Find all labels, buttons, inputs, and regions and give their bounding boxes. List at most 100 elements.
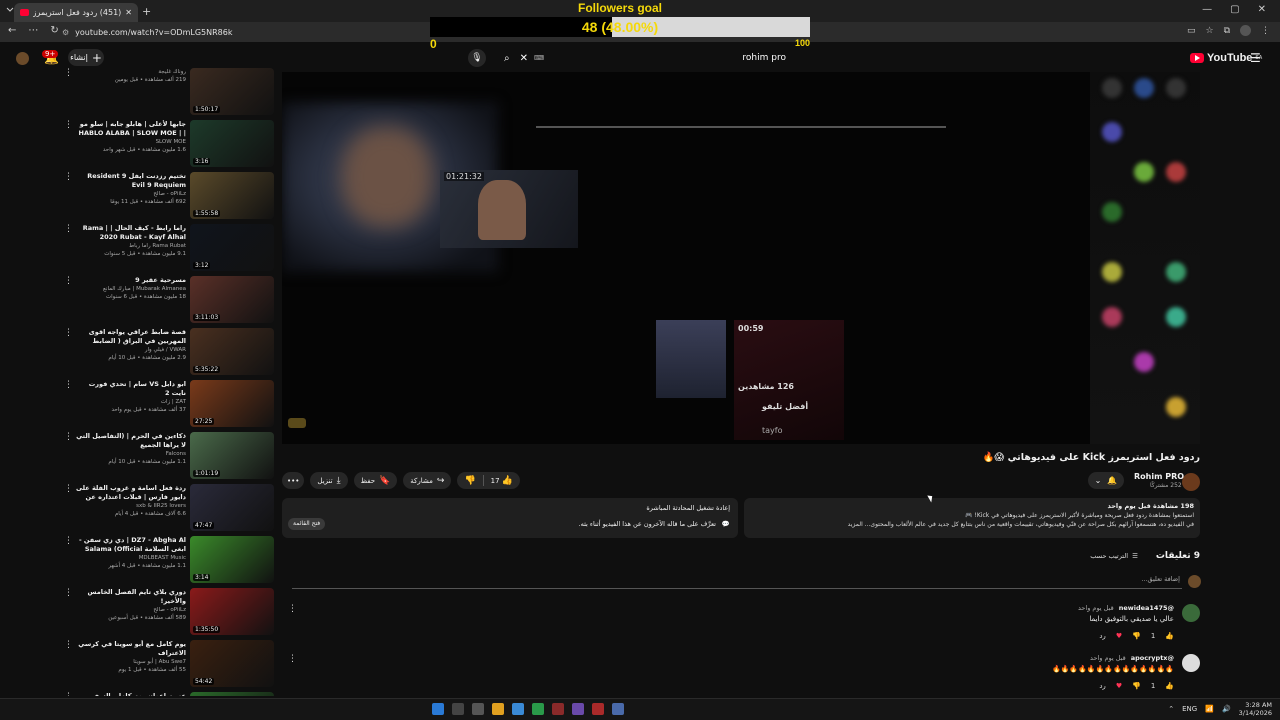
- edge-icon[interactable]: [512, 703, 524, 715]
- save-button[interactable]: حفظ 🔖: [353, 472, 398, 489]
- site-info-icon[interactable]: ⚙: [62, 28, 69, 37]
- more-options-icon[interactable]: ⋮: [64, 692, 73, 696]
- channel-avatar[interactable]: [1182, 473, 1200, 491]
- more-options-icon[interactable]: ⋮: [64, 536, 73, 546]
- add-comment-input[interactable]: إضافة تعليق...: [292, 575, 1182, 589]
- network-icon[interactable]: 📶: [1205, 705, 1214, 713]
- tab-search-icon[interactable]: [6, 5, 14, 15]
- comment-more-icon[interactable]: ⋮: [288, 654, 297, 664]
- maximize-button[interactable]: ▢: [1230, 4, 1239, 15]
- related-video-item[interactable]: ⋮ ردة فعل اسامة و غروب الفلة على دايور فا…: [64, 484, 274, 534]
- video-player[interactable]: 01:21:32 00:59 126 مشاهدين أفضل تليفو ta…: [282, 72, 1200, 444]
- address-bar[interactable]: ⚙ youtube.com/watch?v=ODmLG5NR86k: [62, 25, 430, 40]
- related-video-item[interactable]: ⋮ ابو دابل VS سام | تحدي فورت نايت 2 ZAT |…: [64, 380, 274, 430]
- back-arrow-icon[interactable]: ←: [8, 25, 16, 36]
- comment-author[interactable]: @apocryptx: [1131, 654, 1174, 662]
- create-button[interactable]: إنشاء +: [68, 49, 104, 66]
- comment-reply-button[interactable]: رد: [1099, 632, 1106, 640]
- more-options-icon[interactable]: ⋮: [64, 484, 73, 494]
- more-options-icon[interactable]: ⋮: [64, 328, 73, 338]
- related-video-thumbnail[interactable]: 3:14: [190, 536, 274, 583]
- related-video-item[interactable]: ⋮ مسرحية عقير 9 Mubarak Almanea | مبارك ال…: [64, 276, 274, 326]
- account-avatar[interactable]: [16, 52, 29, 65]
- related-video-item[interactable]: ⋮ جابها لأعلى | هابلو جابه | سلو مو | HAB…: [64, 120, 274, 170]
- file-explorer-icon[interactable]: [492, 703, 504, 715]
- chrome-icon[interactable]: [532, 703, 544, 715]
- related-video-thumbnail[interactable]: 1:35:50: [190, 588, 274, 635]
- more-options-icon[interactable]: ⋮: [64, 172, 73, 182]
- close-tab-icon[interactable]: ✕: [125, 8, 132, 17]
- related-video-item[interactable]: ⋮ تختيم رزدنت ايفل 9 Resident Evil 9 Requ…: [64, 172, 274, 222]
- comment-like-icon[interactable]: 👍: [1165, 632, 1174, 640]
- keyboard-icon[interactable]: ⌨: [534, 54, 544, 62]
- language-indicator[interactable]: ENG: [1182, 705, 1197, 713]
- sort-comments-button[interactable]: ☰ الترتيب حسب: [1090, 552, 1138, 560]
- related-video-item[interactable]: ⋮ راما رابط - كيف الحال | Rama | 2020 Rub…: [64, 224, 274, 274]
- like-button[interactable]: 17 👍: [484, 476, 520, 486]
- more-options-icon[interactable]: ⋮: [64, 68, 73, 78]
- subscribed-button[interactable]: ⌄ 🔔: [1088, 472, 1124, 489]
- related-video-thumbnail[interactable]: 54:42: [190, 640, 274, 687]
- more-options-icon[interactable]: ⋮: [64, 120, 73, 130]
- task-view-icon[interactable]: [472, 703, 484, 715]
- more-options-icon[interactable]: ⋮: [64, 276, 73, 286]
- related-video-thumbnail[interactable]: 5:35:22: [190, 328, 274, 375]
- related-video-item[interactable]: ⋮ عزبت اعوان يوم كامل بالسفر الانتهاء !: [64, 692, 274, 696]
- extensions-icon[interactable]: ⧉: [1224, 26, 1230, 36]
- related-video-thumbnail[interactable]: 1:01:19: [190, 432, 274, 479]
- app-icon[interactable]: [552, 703, 564, 715]
- commenter-avatar[interactable]: [1182, 604, 1200, 622]
- minimize-button[interactable]: —: [1202, 4, 1212, 15]
- search-taskbar-icon[interactable]: [452, 703, 464, 715]
- tray-expand-icon[interactable]: ⌃: [1168, 705, 1174, 713]
- cast-icon[interactable]: ▭: [1187, 26, 1196, 36]
- more-options-icon[interactable]: ⋮: [64, 640, 73, 650]
- steam-icon[interactable]: [612, 703, 624, 715]
- channel-name[interactable]: Rohim PRO: [1134, 472, 1184, 481]
- comment-time[interactable]: قبل يوم واحد: [1090, 654, 1126, 662]
- related-video-thumbnail[interactable]: 47:47: [190, 484, 274, 531]
- related-video-item[interactable]: ⋮ DZ7 - Abgha Al | دي زي سفن - ابغى السلا…: [64, 536, 274, 586]
- share-button[interactable]: مشاركة ↪: [403, 472, 452, 489]
- related-video-thumbnail[interactable]: 3:11:03: [190, 276, 274, 323]
- more-options-icon[interactable]: ⋮: [64, 432, 73, 442]
- new-tab-button[interactable]: +: [142, 5, 151, 18]
- taskbar-clock[interactable]: 3:28 AM 3/14/2026: [1239, 701, 1272, 717]
- related-video-item[interactable]: ⋮ ذكاءين في الحرم | (التفاصيل التي لا يرا…: [64, 432, 274, 482]
- related-video-item[interactable]: ⋮ دوري بلاي تايم الفصل الخامس والأخير! oPi…: [64, 588, 274, 638]
- guide-menu-icon[interactable]: ☰: [1250, 51, 1261, 65]
- comment-author[interactable]: @newidea1475: [1119, 604, 1174, 612]
- profile-avatar[interactable]: [1240, 25, 1251, 36]
- related-video-item[interactable]: ⋮ روناك غليجة 219 ألف مشاهدة • قبل يومين 1:…: [64, 68, 274, 118]
- more-options-icon[interactable]: ⋮: [64, 588, 73, 598]
- forward-menu-icon[interactable]: ⋯: [28, 25, 38, 36]
- clear-search-icon[interactable]: ✕: [520, 53, 528, 64]
- comment-like-icon[interactable]: 👍: [1165, 682, 1174, 690]
- bookmark-star-icon[interactable]: ☆: [1205, 26, 1213, 36]
- related-video-thumbnail[interactable]: [190, 692, 274, 696]
- search-icon[interactable]: ⌕: [504, 53, 510, 64]
- commenter-avatar[interactable]: [1182, 654, 1200, 672]
- more-options-icon[interactable]: ⋮: [64, 380, 73, 390]
- channel-watermark-icon[interactable]: [288, 418, 306, 428]
- video-description[interactable]: 198 مشاهدة قبل يوم واحد استمتعوا بمشاهدة…: [744, 498, 1200, 538]
- start-windows-icon[interactable]: [432, 703, 444, 715]
- related-video-item[interactable]: ⋮ قصة ضابط عراقي يواجه اقوى المهربين في ا…: [64, 328, 274, 378]
- discord-icon[interactable]: [572, 703, 584, 715]
- related-video-thumbnail[interactable]: 3:16: [190, 120, 274, 167]
- reload-icon[interactable]: ↻: [50, 25, 58, 36]
- open-chat-button[interactable]: فتح القائمة: [288, 518, 326, 530]
- close-window-button[interactable]: ✕: [1258, 4, 1266, 15]
- volume-icon[interactable]: 🔊: [1222, 705, 1231, 713]
- comment-dislike-icon[interactable]: 👎: [1132, 632, 1141, 640]
- more-actions-button[interactable]: •••: [282, 472, 305, 489]
- comment-reply-button[interactable]: رد: [1099, 682, 1106, 690]
- related-video-item[interactable]: ⋮ يوم كامل مع أبو سويتا في كرسي الاعتراف A…: [64, 640, 274, 690]
- search-box[interactable]: ⌕ ✕ ⌨ rohim pro: [496, 49, 794, 67]
- browser-tab[interactable]: (451) ردود فعل استريمرز Kick على ✕: [14, 3, 138, 22]
- download-button[interactable]: تنزيل ⤓: [310, 472, 348, 489]
- more-options-icon[interactable]: ⋮: [64, 224, 73, 234]
- related-video-thumbnail[interactable]: 1:55:58: [190, 172, 274, 219]
- comment-more-icon[interactable]: ⋮: [288, 604, 297, 614]
- related-video-thumbnail[interactable]: 27:25: [190, 380, 274, 427]
